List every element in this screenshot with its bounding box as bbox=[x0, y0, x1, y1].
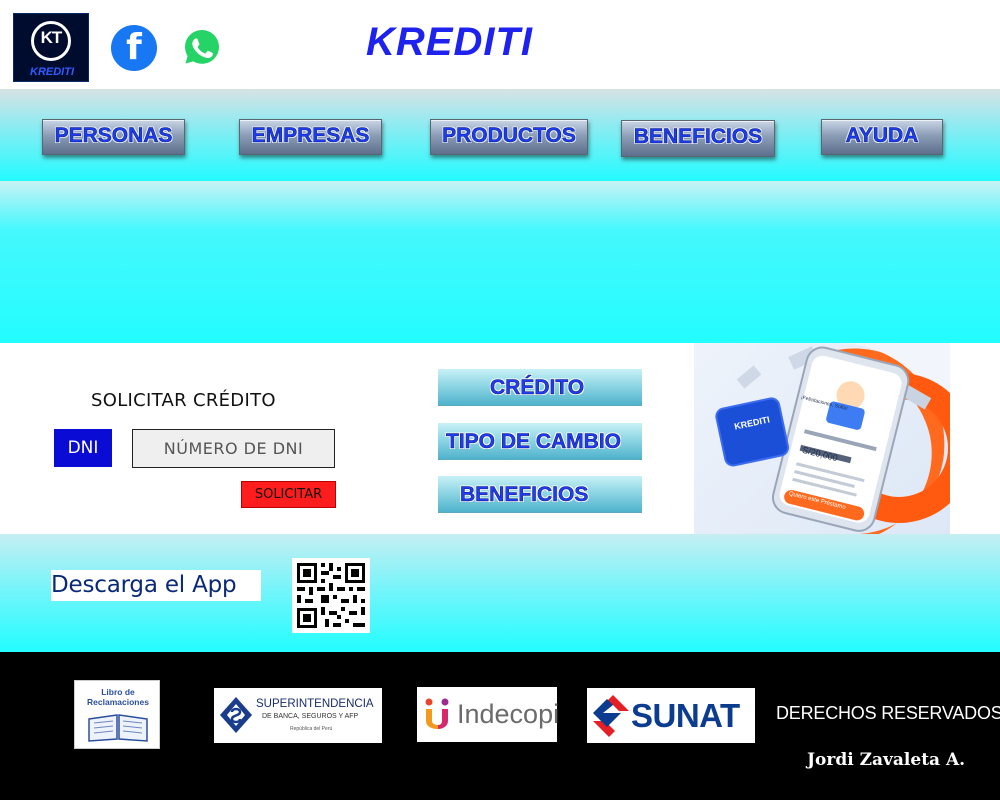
libro-reclamaciones-logo[interactable]: Libro de Reclamaciones bbox=[74, 680, 160, 749]
hero-banner bbox=[0, 181, 1000, 343]
main-nav: PERSONAS EMPRESAS PRODUCTOS BENEFICIOS A… bbox=[0, 89, 1000, 181]
link-tipo-de-cambio[interactable]: TIPO DE CAMBIO bbox=[438, 423, 642, 460]
sbs-logo[interactable]: SUPERINTENDENCIA DE BANCA, SEGUROS Y AFP… bbox=[214, 688, 382, 743]
nav-label: PRODUCTOS bbox=[442, 124, 576, 148]
reclamaciones-line2: Reclamaciones bbox=[87, 697, 149, 707]
header: KT KREDITI f KREDITI bbox=[0, 0, 1000, 89]
book-icon bbox=[88, 714, 148, 742]
app-download-label[interactable]: Descarga el App bbox=[51, 570, 261, 601]
doc-type-badge: DNI bbox=[54, 429, 112, 467]
link-label: CRÉDITO bbox=[490, 376, 585, 400]
facebook-icon[interactable]: f bbox=[111, 25, 157, 71]
footer: Libro de Reclamaciones SUPERINTENDENCIA … bbox=[0, 652, 1000, 800]
nav-ayuda[interactable]: AYUDA bbox=[821, 119, 943, 155]
rights-text: DERECHOS RESERVADOS bbox=[776, 703, 1000, 723]
logo-monogram: KT bbox=[40, 28, 63, 47]
nav-empresas[interactable]: EMPRESAS bbox=[239, 119, 382, 155]
sbs-line3: República del Perú bbox=[290, 726, 333, 732]
sunat-emblem-icon bbox=[593, 695, 629, 737]
nav-label: AYUDA bbox=[845, 124, 919, 148]
credit-form-title: SOLICITAR CRÉDITO bbox=[91, 390, 276, 411]
main-section: SOLICITAR CRÉDITO DNI SOLICITAR CRÉDITO … bbox=[0, 343, 1000, 534]
brand-title: KREDITI bbox=[366, 20, 533, 64]
indecopi-text: Indecopi bbox=[457, 699, 560, 729]
nav-productos[interactable]: PRODUCTOS bbox=[430, 119, 588, 155]
facebook-glyph: f bbox=[126, 27, 142, 68]
link-credito[interactable]: CRÉDITO bbox=[438, 369, 642, 406]
link-beneficios[interactable]: BENEFICIOS bbox=[438, 476, 642, 513]
reclamaciones-line1: Libro de bbox=[101, 687, 135, 697]
indecopi-logo[interactable]: Indecopi bbox=[417, 687, 560, 742]
indecopi-emblem-icon bbox=[425, 698, 449, 729]
sunat-logo[interactable]: SUNAT bbox=[587, 688, 755, 743]
promo-image: KREDITI ¡Felicitaciones, Sofía! S/20,000… bbox=[694, 343, 950, 534]
nav-label: BENEFICIOS bbox=[633, 125, 763, 149]
sunat-text: SUNAT bbox=[631, 697, 740, 734]
nav-personas[interactable]: PERSONAS bbox=[42, 119, 185, 155]
nav-beneficios[interactable]: BENEFICIOS bbox=[621, 120, 775, 157]
sbs-line1: SUPERINTENDENCIA bbox=[256, 698, 374, 710]
logo-caption: KREDITI bbox=[30, 66, 74, 78]
dni-input[interactable] bbox=[132, 429, 335, 468]
sbs-emblem-icon bbox=[220, 697, 252, 733]
nav-label: PERSONAS bbox=[54, 124, 173, 148]
app-download-band: Descarga el App bbox=[0, 534, 1000, 652]
krediti-logo[interactable]: KT KREDITI bbox=[13, 13, 89, 82]
sbs-line2: DE BANCA, SEGUROS Y AFP bbox=[262, 713, 359, 720]
whatsapp-icon[interactable] bbox=[183, 28, 221, 66]
nav-label: EMPRESAS bbox=[251, 124, 370, 148]
solicitar-button[interactable]: SOLICITAR bbox=[241, 481, 336, 508]
qr-code-icon[interactable] bbox=[292, 558, 370, 633]
link-label: BENEFICIOS bbox=[460, 483, 589, 507]
author-text: Jordi Zavaleta A. bbox=[807, 750, 966, 770]
link-label: TIPO DE CAMBIO bbox=[446, 430, 622, 454]
